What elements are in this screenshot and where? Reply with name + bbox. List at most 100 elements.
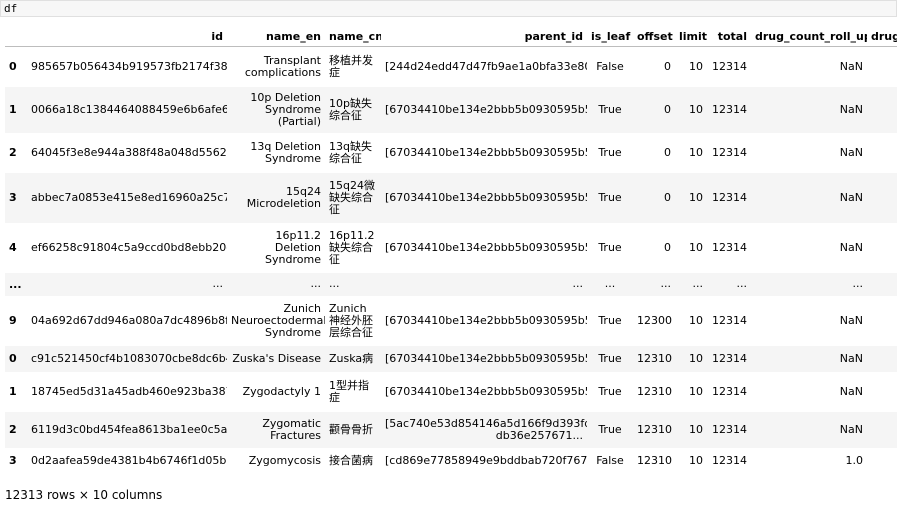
table-row: 4 ef66258c91804c5a9ccd0bd8ebb20c3b 16p11.2… [5, 223, 897, 273]
cell-offset: 0 [664, 190, 671, 204]
cell-id: 18745ed5d31a45adb460e923ba3875ff [31, 384, 227, 398]
cell-name-en: Zygomatic Fractures [262, 416, 321, 442]
cell-name-en: Zygomycosis [248, 453, 321, 467]
cell-drug-c [867, 87, 897, 133]
cell-offset: 0 [664, 145, 671, 159]
cell-name-en: 16p11.2 Deletion Syndrome [265, 228, 321, 266]
cell-name-cn: Zunich神经外胚层综合征 [329, 301, 373, 339]
table-row: .............................. [5, 272, 897, 296]
cell-drug-count-roll-up: NaN [839, 384, 863, 398]
cell-name-cn: 15q24微缺失综合征 [329, 178, 375, 216]
cell-name-en: Zygodactyly 1 [242, 384, 321, 398]
cell-drug-c [867, 448, 897, 474]
cell-name-en: 15q24 Microdeletion [246, 184, 321, 210]
cell-drug-c [867, 296, 897, 346]
cell-offset: 12300 [637, 313, 672, 327]
cell-parent-id: [67034410be134e2bbb5b0930595b5e75] [385, 240, 587, 254]
cell-total: 12314 [712, 351, 747, 365]
row-index: 2 [9, 423, 17, 436]
row-index: 1 [9, 385, 17, 398]
cell-total: 12314 [712, 313, 747, 327]
cell-limit: 10 [689, 59, 703, 73]
cell-name-cn: 颧骨骨折 [329, 422, 373, 436]
cell-is-leaf: True [598, 313, 622, 327]
header-offset: offset [633, 26, 675, 47]
dataframe-output: id name_en name_cn parent_id is_leaf offset li… [5, 26, 897, 474]
cell-parent-id: ... [572, 277, 584, 290]
table-row: 2 6119d3c0bd454fea8613ba1ee0c5a7f9 Zygomat… [5, 411, 897, 448]
cell-name-en: Transplant complications [244, 53, 321, 79]
cell-drug-count-roll-up: NaN [839, 145, 863, 159]
table-row: 3 0d2aafea59de4381b4b6746f1d05b162 Zygomyc… [5, 448, 897, 474]
cell-drug-c [867, 346, 897, 372]
row-index: 9 [9, 314, 17, 327]
cell-is-leaf: True [598, 384, 622, 398]
table-row: 2 64045f3e8e944a388f48a048d5562bae 13q Del… [5, 133, 897, 173]
cell-total: 12314 [712, 145, 747, 159]
cell-limit: 10 [689, 102, 703, 116]
row-index: ... [9, 277, 22, 291]
cell-limit: 10 [689, 190, 703, 204]
cell-limit: 10 [689, 145, 703, 159]
cell-drug-c [867, 412, 897, 448]
cell-name-en: Zuska's Disease [232, 351, 321, 365]
cell-name-cn: 16p11.2缺失综合征 [329, 228, 375, 266]
cell-id: 0d2aafea59de4381b4b6746f1d05b162 [31, 453, 227, 467]
code-input[interactable]: df [0, 0, 897, 17]
cell-drug-count-roll-up: NaN [839, 313, 863, 327]
row-index: 3 [9, 454, 17, 467]
table-row: 1 0066a18c1384464088459e6b6afe62ea 10p Del… [5, 86, 897, 133]
cell-id: 985657b056434b919573fb2174f38ff0 [31, 59, 227, 73]
cell-limit: 10 [689, 422, 703, 436]
header-row: id name_en name_cn parent_id is_leaf offset li… [5, 26, 897, 47]
cell-name-cn: 1型并指症 [329, 378, 369, 404]
row-index: 3 [9, 191, 17, 204]
header-name-cn: name_cn [325, 26, 381, 47]
cell-limit: 10 [689, 313, 703, 327]
row-index: 0 [9, 352, 17, 365]
cell-id: ef66258c91804c5a9ccd0bd8ebb20c3b [31, 240, 227, 254]
cell-is-leaf: True [598, 102, 622, 116]
cell-offset: 12310 [637, 351, 672, 365]
cell-id: 64045f3e8e944a388f48a048d5562bae [31, 145, 227, 159]
cell-offset: 0 [664, 102, 671, 116]
cell-drug-c [867, 372, 897, 412]
cell-total: 12314 [712, 384, 747, 398]
cell-parent-id: [5ac740e53d854146a5d166f9d393fd87, db36e… [385, 416, 587, 442]
cell-parent-id: [244d24edd47d47fb9ae1a0bfa33e8053] [385, 59, 587, 73]
cell-name-en: Zunich Neuroectodermal Syndrome [231, 301, 325, 339]
cell-id: 0066a18c1384464088459e6b6afe62ea [31, 102, 227, 116]
cell-name-en: 13q Deletion Syndrome [250, 139, 321, 165]
table-row: 1 18745ed5d31a45adb460e923ba3875ff Zygodac… [5, 372, 897, 412]
cell-drug-count-roll-up: ... [852, 277, 864, 290]
cell-drug-count-roll-up: NaN [839, 59, 863, 73]
cell-drug-count-roll-up: NaN [839, 351, 863, 365]
cell-parent-id: [67034410be134e2bbb5b0930595b5e75] [385, 102, 587, 116]
cell-is-leaf: True [598, 190, 622, 204]
cell-parent-id: [67034410be134e2bbb5b0930595b5e75] [385, 145, 587, 159]
cell-parent-id: [67034410be134e2bbb5b0930595b5e75] [385, 351, 587, 365]
cell-offset: 0 [664, 59, 671, 73]
header-is-leaf: is_leaf [587, 26, 633, 47]
cell-name-en: 10p Deletion Syndrome (Partial) [250, 90, 321, 128]
cell-total: 12314 [712, 422, 747, 436]
dataframe-shape: 12313 rows × 10 columns [5, 488, 163, 502]
cell-offset: 12310 [637, 453, 672, 467]
header-total: total [707, 26, 751, 47]
cell-drug-c [867, 47, 897, 87]
cell-total: 12314 [712, 190, 747, 204]
cell-drug-c [867, 173, 897, 223]
cell-limit: 10 [689, 351, 703, 365]
row-index: 2 [9, 146, 17, 159]
header-parent-id: parent_id [381, 26, 587, 47]
cell-total: 12314 [712, 240, 747, 254]
cell-total: 12314 [712, 59, 747, 73]
cell-id: 6119d3c0bd454fea8613ba1ee0c5a7f9 [31, 422, 227, 436]
header-drug-c: drug_c [867, 26, 897, 47]
cell-offset: 0 [664, 240, 671, 254]
cell-drug-count-roll-up: NaN [839, 422, 863, 436]
cell-offset: 12310 [637, 384, 672, 398]
cell-name-en: ... [310, 277, 322, 290]
cell-is-leaf: True [598, 351, 622, 365]
cell-id: c91c521450cf4b1083070cbe8dc6b4df [31, 351, 227, 365]
